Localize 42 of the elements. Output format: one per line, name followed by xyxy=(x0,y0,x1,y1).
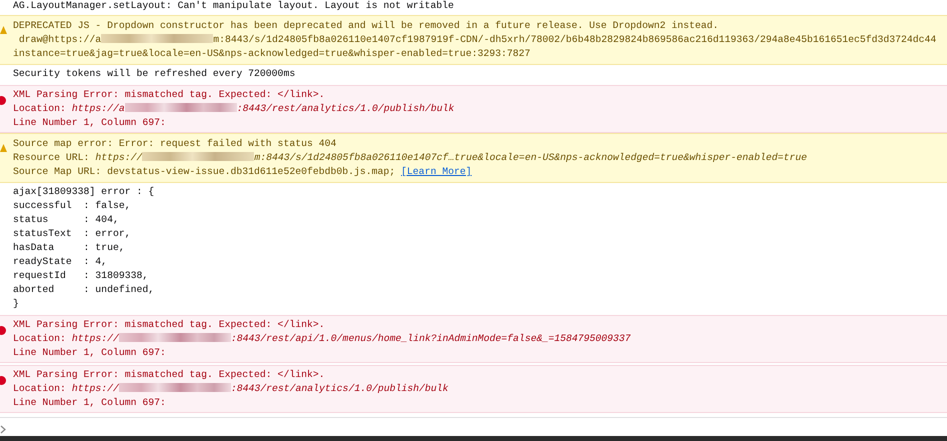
url-path: :8443/rest/analytics/1.0/publish/bulk xyxy=(230,383,448,394)
console-text: ajax[31809338] error : { xyxy=(13,185,156,199)
url-label: Location: xyxy=(13,383,67,394)
console-text: DEPRECATED JS - Dropdown constructor has been deprecated and will be removed in a future release. Use Dropdown2 instead. xyxy=(13,19,720,33)
url-start: draw@https://a xyxy=(18,34,102,45)
chevron-icon xyxy=(0,424,6,434)
console-text: XML Parsing Error: mismatched tag. Expected: </link>. xyxy=(13,318,326,332)
console-text: Security tokens will be refreshed every 720000ms xyxy=(13,67,296,81)
console-text: aborted : undefined, xyxy=(13,283,156,297)
console-text: successful : false, xyxy=(13,199,132,213)
error-icon xyxy=(0,96,6,105)
error-icon xyxy=(0,326,6,335)
console-text: readyState : 4, xyxy=(13,255,108,269)
url-label: Resource URL: xyxy=(13,152,90,163)
console-text: } xyxy=(13,297,20,311)
console-text: Line Number 1, Column 697: xyxy=(13,396,167,410)
console-text: Line Number 1, Column 697: xyxy=(13,116,167,130)
warning-icon xyxy=(0,26,7,34)
warning-icon xyxy=(0,144,7,152)
console-text: AG.LayoutManager.setLayout: Can't manipulate layout. Layout is not writable xyxy=(13,0,455,13)
url-start: https://a xyxy=(72,103,125,114)
url-label: Location: xyxy=(13,103,67,114)
console-text: instance=true&jag=true&locale=en-US&nps-acknowledged=true&whisper-enabled=true:3293:7827 xyxy=(13,47,532,61)
url-start: https:// xyxy=(95,152,142,163)
console-text: Source map error: Error: request failed with status 404 xyxy=(13,137,338,151)
url-path: :8443/rest/api/1.0/menus/home_link?inAdminMode=false&_=1584795009337 xyxy=(230,333,631,344)
error-icon xyxy=(0,376,6,385)
url-path: :8443/rest/analytics/1.0/publish/bulk xyxy=(236,103,454,114)
url-start: https:// xyxy=(72,383,119,394)
url-start: https:// xyxy=(72,333,119,344)
console-text: XML Parsing Error: mismatched tag. Expected: </link>. xyxy=(13,368,326,382)
console-text: requestId : 31809338, xyxy=(13,269,150,283)
url-label: Location: xyxy=(13,333,67,344)
learn-more-link[interactable]: [Learn More] xyxy=(401,166,472,177)
console-text: Source Map URL: devstatus-view-issue.db31d611e52e0febdb0b.js.map; xyxy=(13,166,396,177)
console-text: hasData : true, xyxy=(13,241,126,255)
console-text: XML Parsing Error: mismatched tag. Expected: </link>. xyxy=(13,88,326,102)
console-text: Line Number 1, Column 697: xyxy=(13,346,167,360)
url-path: m:8443/s/1d24805fb8a026110e1407cf…true&locale=en-US&nps-acknowledged=true&whisper-enabled=true xyxy=(254,152,808,163)
console-text: status : 404, xyxy=(13,213,120,227)
url-path: m:8443/s/1d24805fb8a026110e1407cf1987919f-CDN/-dh5xrh/78002/b6b48b2829824b869586ac216d119363/294a8e45b161651ec5fd3d3724dc44 xyxy=(213,34,936,45)
console-text: statusText : error, xyxy=(13,227,132,241)
